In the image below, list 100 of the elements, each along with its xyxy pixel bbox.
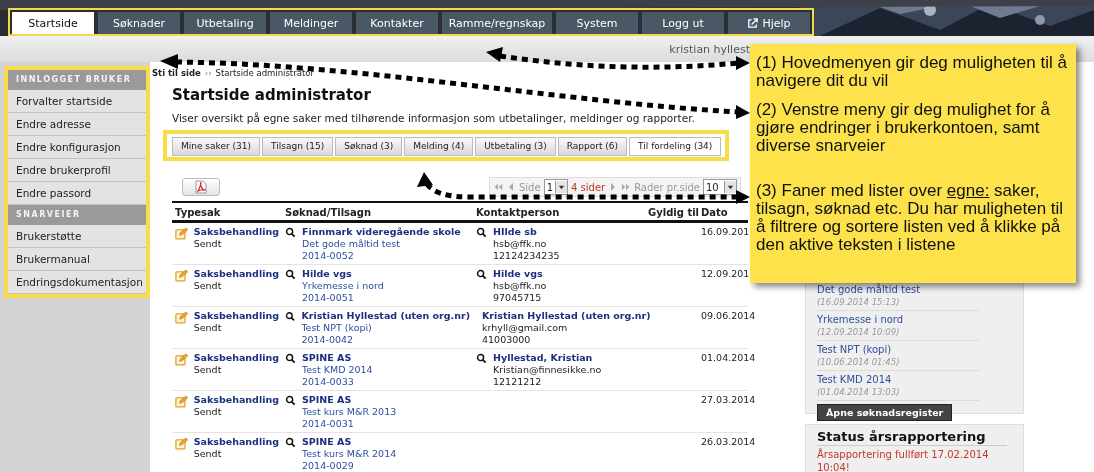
recent-link[interactable]: Yrkemesse i nord [817, 313, 980, 326]
case-type-link[interactable]: Saksbehandling [193, 268, 279, 280]
menu-tab[interactable]: Logg ut [642, 12, 724, 34]
menu-tab[interactable]: System [556, 12, 638, 34]
page-label: Side [519, 181, 541, 193]
list-tab[interactable]: Tilsagn (15) [262, 137, 334, 156]
search-icon[interactable] [285, 353, 296, 364]
document-icon [194, 180, 208, 194]
first-page-icon[interactable] [493, 182, 503, 192]
open-register-button[interactable]: Åpne søknadsregister [817, 404, 953, 421]
menu-tab[interactable]: Startside [12, 12, 94, 34]
recent-time: (16.09.2014 15:13) [817, 296, 901, 308]
sidebar-heading: INNLOGGET BRUKER [8, 70, 146, 90]
date-cell: 27.03.2014 [701, 394, 756, 405]
organization-link[interactable]: SPINE AS [302, 394, 397, 406]
search-icon[interactable] [285, 395, 296, 406]
recent-link[interactable]: Test NPT (kopi) [817, 343, 980, 356]
case-number-link[interactable]: 2014-0029 [302, 460, 397, 472]
callout-text: (3) Faner med lister over egne: saker, tilsagn, søknad etc. Du har muligheten til å filtrere og sortere listen ved å klikke på den aktive teksten i listene [756, 182, 1065, 254]
recent-link[interactable]: Det gode måltid test [817, 283, 980, 296]
menu-tab[interactable]: Utbetaling [184, 12, 266, 34]
case-number-link[interactable]: 2014-0033 [302, 376, 373, 388]
list-tab[interactable]: Til fordeling (34) [629, 137, 722, 156]
callout-text: (1) Hovedmenyen gir deg muligheten til å navigere dit du vil [756, 54, 1068, 90]
page-select[interactable]: 1 [543, 179, 568, 195]
case-type-link[interactable]: Saksbehandling [193, 310, 279, 322]
contact-phone: 12121212 [493, 376, 543, 388]
case-type-link[interactable]: Saksbehandling [193, 226, 279, 238]
search-icon[interactable] [285, 437, 296, 448]
page-description: Viser oversikt på egne saker med tilhørende informasjon som utbetalinger, meldinger og rapporter. [172, 112, 696, 124]
page-title: Startside administrator [172, 86, 372, 104]
menu-tab[interactable]: Ramme/regnskap [442, 12, 552, 34]
list-tab[interactable]: Søknad (3) [335, 137, 403, 156]
case-number-link[interactable]: 2014-0031 [302, 418, 397, 430]
list-tab[interactable]: Melding (4) [404, 137, 474, 156]
case-type-link[interactable]: Saksbehandling [193, 394, 279, 406]
search-icon[interactable] [285, 269, 296, 280]
project-link[interactable]: Test kurs M&R 2014 [302, 448, 397, 460]
date-cell: 26.03.2014 [701, 436, 756, 447]
menu-tab[interactable]: Meldinger [270, 12, 352, 34]
edit-icon[interactable] [175, 227, 188, 240]
caret-icon [727, 183, 734, 191]
contact-link[interactable]: Hilde vgs [493, 268, 547, 280]
case-type-link[interactable]: Saksbehandling [193, 436, 279, 448]
column-header[interactable]: Typesak [172, 202, 282, 222]
edit-icon[interactable] [175, 311, 188, 324]
edit-icon[interactable] [175, 269, 188, 282]
project-link[interactable]: Test KMD 2014 [302, 364, 373, 376]
case-status: Sendt [193, 448, 223, 460]
rows-label: Rader pr.side [634, 181, 700, 193]
organization-link[interactable]: SPINE AS [302, 352, 373, 364]
case-status: Sendt [193, 280, 223, 292]
contact-link[interactable]: HIlde sb [493, 226, 560, 238]
project-link[interactable]: Yrkemesse i nord [302, 280, 384, 292]
contact-link[interactable]: Kristian Hyllestad (uten org.nr) [482, 310, 651, 322]
recent-link[interactable]: Test KMD 2014 [817, 373, 980, 386]
sidebar-heading: SNARVEIER [8, 205, 146, 225]
search-icon[interactable] [285, 311, 296, 322]
contact-email: hsb@ffk.no [493, 280, 547, 292]
menu-tab[interactable]: Kontakter [356, 12, 438, 34]
page-count: 4 sider [571, 181, 606, 193]
contact-link[interactable]: Hyllestad, Kristian [493, 352, 602, 364]
list-tab[interactable]: Mine saker (31) [172, 137, 261, 156]
date-cell: 01.04.2014 [701, 352, 756, 363]
project-link[interactable]: Test kurs M&R 2013 [302, 406, 397, 418]
project-link[interactable]: Test NPT (kopi) [301, 322, 470, 334]
status-message: Årsapportering fullført 17.02.2014 10:04! [817, 448, 990, 472]
breadcrumb-link[interactable]: Sti til side [152, 68, 201, 78]
search-icon[interactable] [476, 269, 487, 280]
panel-title: Status årsrapportering [817, 429, 1007, 446]
search-icon[interactable] [476, 227, 487, 238]
organization-link[interactable]: SPINE AS [302, 436, 397, 448]
recent-time: (10.06.2014 01:45) [817, 356, 901, 368]
column-header[interactable]: Gyldig til [645, 202, 698, 222]
menu-tab[interactable]: Søknader [98, 12, 180, 34]
last-page-icon[interactable] [621, 182, 632, 192]
pdf-button[interactable] [182, 178, 220, 196]
case-status: Sendt [193, 406, 223, 418]
menu-tab[interactable]: Hjelp [728, 12, 810, 34]
case-number-link[interactable]: 2014-0042 [301, 334, 470, 346]
date-cell: 09.06.2014 [701, 310, 756, 321]
case-number-link[interactable]: 2014-0052 [302, 250, 461, 262]
case-type-link[interactable]: Saksbehandling [193, 352, 279, 364]
list-tab[interactable]: Utbetaling (3) [475, 137, 556, 156]
column-header[interactable]: Kontaktperson [473, 202, 645, 222]
organization-link[interactable]: Finnmark videregående skole [302, 226, 461, 238]
column-header[interactable]: Søknad/Tilsagn [282, 202, 473, 222]
rows-select[interactable]: 10 [703, 179, 737, 195]
case-status: Sendt [193, 322, 223, 334]
edit-icon[interactable] [175, 395, 188, 408]
project-link[interactable]: Det gode måltid test [302, 238, 461, 250]
search-icon[interactable] [476, 353, 487, 364]
case-number-link[interactable]: 2014-0051 [302, 292, 384, 304]
list-tab[interactable]: Rapport (6) [557, 137, 628, 156]
recent-time: (12.09.2014 10:09) [817, 326, 901, 338]
organization-link[interactable]: Kristian Hyllestad (uten org.nr) [301, 310, 470, 322]
search-icon[interactable] [285, 227, 296, 238]
edit-icon[interactable] [175, 437, 188, 450]
edit-icon[interactable] [175, 353, 188, 366]
organization-link[interactable]: Hilde vgs [302, 268, 384, 280]
